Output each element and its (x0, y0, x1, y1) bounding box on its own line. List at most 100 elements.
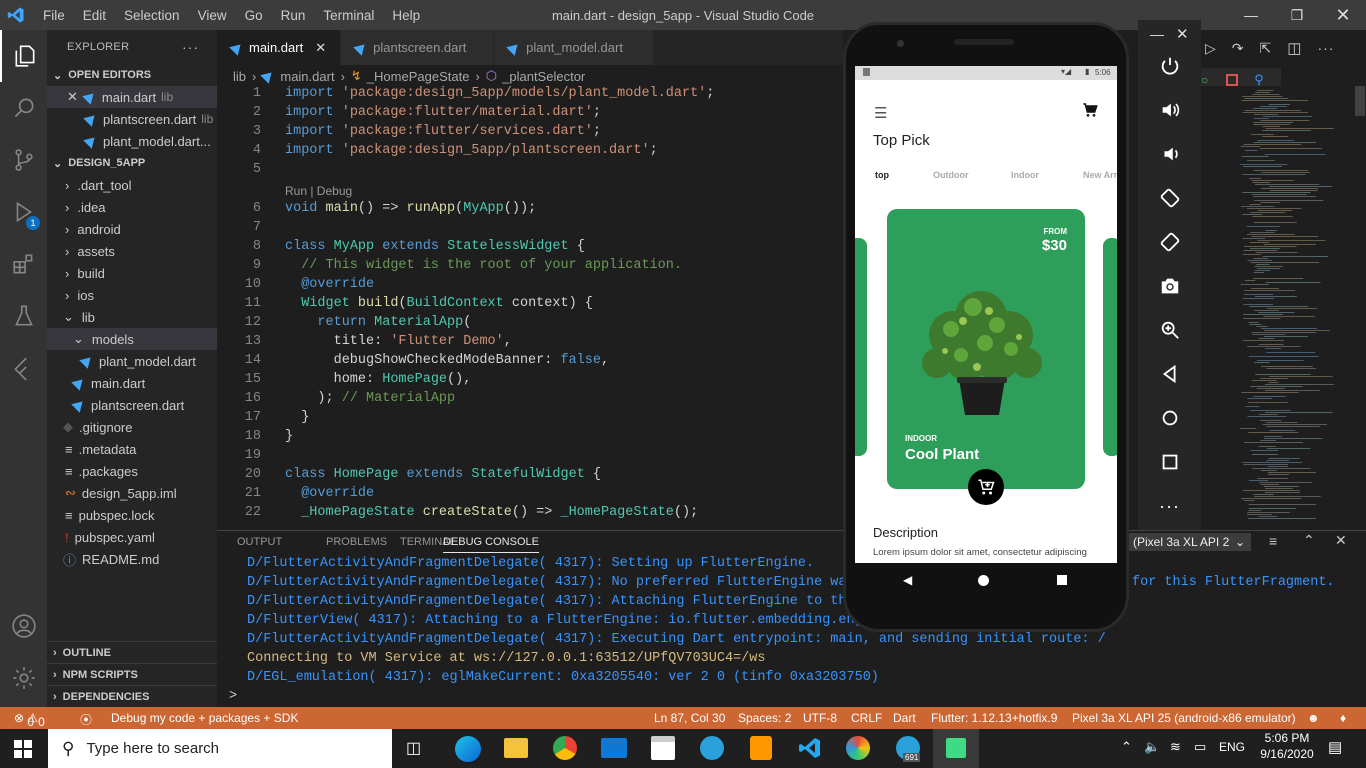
emulator-close-icon[interactable]: ✕ (1176, 25, 1189, 43)
tree-item[interactable]: › .idea (47, 196, 217, 218)
rotate-right-icon[interactable] (1138, 220, 1201, 264)
notification-center-icon[interactable]: ▤ (1328, 738, 1342, 756)
menu-terminal[interactable]: Terminal (323, 8, 374, 23)
panel-tab-debug-console[interactable]: DEBUG CONSOLE (443, 531, 539, 553)
volume-icon[interactable]: 🔈 (1144, 739, 1160, 755)
notifications-bell-icon[interactable]: ♦ (1340, 711, 1346, 725)
open-editor-plant-model[interactable]: plant_model.dart... (47, 130, 217, 152)
tree-item[interactable]: ! pubspec.yaml (47, 526, 217, 548)
emulator-taskbar-item[interactable] (933, 729, 979, 768)
search-icon[interactable] (0, 82, 47, 134)
menu-help[interactable]: Help (392, 8, 420, 23)
accounts-icon[interactable] (0, 600, 47, 652)
category-tab-outdoor[interactable]: Outdoor (933, 170, 969, 180)
tree-item[interactable]: ⓘ README.md (47, 548, 217, 570)
language-mode[interactable]: Dart (893, 711, 916, 725)
file-explorer-icon[interactable] (504, 738, 528, 758)
add-to-cart-button[interactable] (968, 469, 1004, 505)
minimap[interactable] (1200, 86, 1350, 522)
more-options-icon[interactable]: ··· (1138, 484, 1201, 528)
taskbar-search-box[interactable]: ⚲ Type here to search (48, 729, 392, 768)
flutter-version[interactable]: Flutter: 1.12.13+hotfix.9 (931, 711, 1057, 725)
sublime-icon[interactable] (750, 736, 772, 760)
split-editor-icon[interactable]: ◫ (1287, 39, 1301, 57)
nav-home-icon[interactable] (978, 574, 989, 586)
editor-scrollbar[interactable] (1352, 86, 1366, 522)
minimize-button[interactable]: — (1228, 0, 1274, 30)
tree-item[interactable]: main.dart (47, 372, 217, 394)
tree-item[interactable]: › build (47, 262, 217, 284)
nav-back-icon[interactable]: ◀ (903, 573, 912, 587)
clock[interactable]: 5:06 PM 9/16/2020 (1258, 731, 1316, 761)
tree-item[interactable]: ≡ .packages (47, 460, 217, 482)
panel-tab-output[interactable]: OUTPUT (237, 531, 282, 553)
tab-main-dart[interactable]: main.dart ✕ (217, 30, 342, 65)
close-panel-icon[interactable]: ✕ (1335, 532, 1347, 549)
settings-gear-icon[interactable] (0, 652, 47, 704)
breadcrumb-class[interactable]: _HomePageState (367, 69, 470, 84)
tree-item[interactable]: ⌄ models (47, 328, 217, 350)
maximize-panel-icon[interactable]: ⌃ (1303, 532, 1315, 549)
network-icon[interactable]: ≋ (1170, 739, 1181, 755)
stop-icon[interactable] (1226, 74, 1239, 86)
clear-console-icon[interactable]: ≡ (1269, 533, 1277, 549)
source-control-icon[interactable] (0, 134, 47, 186)
tree-item[interactable]: plant_model.dart (47, 350, 217, 372)
dependencies-section[interactable]: › DEPENDENCIES (47, 685, 217, 707)
home-icon[interactable] (1138, 396, 1201, 440)
task-view-icon[interactable]: ◫ (406, 738, 428, 758)
category-tab-top[interactable]: top (875, 170, 889, 180)
menu-file[interactable]: File (43, 8, 65, 23)
close-window-button[interactable]: ✕ (1320, 0, 1366, 30)
device-select[interactable]: (Pixel 3a XL API 2 ⌄ (1125, 533, 1251, 551)
tray-chevron-icon[interactable]: ⌃ (1121, 739, 1132, 755)
close-icon[interactable]: ✕ (67, 89, 78, 105)
debug-dot-icon[interactable]: ○ (1201, 73, 1208, 87)
cursor-position[interactable]: Ln 87, Col 30 (654, 711, 725, 725)
vscode-taskbar-icon[interactable] (798, 736, 822, 760)
tree-item[interactable]: › ios (47, 284, 217, 306)
category-tab-indoor[interactable]: Indoor (1011, 170, 1039, 180)
project-section[interactable]: ⌄ DESIGN_5APP (47, 152, 217, 174)
tree-item[interactable]: ∾ design_5app.iml (47, 482, 217, 504)
line-endings[interactable]: CRLF (851, 711, 882, 725)
indentation[interactable]: Spaces: 2 (738, 711, 791, 725)
testing-flask-icon[interactable] (0, 290, 47, 342)
open-editor-main[interactable]: ✕ main.dart lib (47, 86, 217, 108)
category-tab-new-arrival[interactable]: New Arr (1083, 170, 1117, 180)
power-icon[interactable] (1138, 44, 1201, 88)
hot-reload-icon[interactable]: ↷ (1232, 40, 1244, 57)
breadcrumb-file[interactable]: main.dart (280, 69, 334, 84)
code-editor[interactable]: 1 2 3 4 5 6 7 8 9 10 11 12 13 14 15 16 1… (217, 86, 843, 522)
more-icon[interactable]: ··· (1317, 40, 1334, 56)
rotate-left-icon[interactable] (1138, 176, 1201, 220)
menu-go[interactable]: Go (245, 8, 263, 23)
menu-view[interactable]: View (198, 8, 227, 23)
menu-edit[interactable]: Edit (83, 8, 106, 23)
volume-down-icon[interactable] (1138, 132, 1201, 176)
feedback-icon[interactable]: ☻ (1307, 711, 1320, 725)
menu-run[interactable]: Run (281, 8, 306, 23)
open-editor-plantscreen[interactable]: plantscreen.dart lib (47, 108, 217, 130)
open-editors-section[interactable]: ⌄ OPEN EDITORS (47, 64, 217, 86)
next-card-peek[interactable] (1103, 238, 1117, 456)
menu-selection[interactable]: Selection (124, 8, 180, 23)
panel-tab-problems[interactable]: PROBLEMS (326, 531, 387, 553)
prev-card-peek[interactable] (855, 238, 867, 456)
tree-item[interactable]: ≡ pubspec.lock (47, 504, 217, 526)
extensions-icon[interactable] (0, 238, 47, 290)
battery-icon[interactable]: ▭ (1194, 739, 1206, 755)
zoom-icon[interactable] (1138, 308, 1201, 352)
overview-icon[interactable] (1138, 440, 1201, 484)
tree-item[interactable]: plantscreen.dart (47, 394, 217, 416)
breadcrumb-lib[interactable]: lib (233, 69, 246, 84)
console-prompt[interactable]: > (229, 689, 237, 704)
flutter-icon[interactable] (0, 342, 47, 394)
tab-plantscreen[interactable]: plantscreen.dart (341, 30, 495, 65)
explorer-icon[interactable] (0, 30, 47, 82)
hamburger-menu-icon[interactable]: ☰ (874, 104, 887, 122)
breadcrumb-method[interactable]: _plantSelector (502, 69, 585, 84)
telegram-icon[interactable] (700, 736, 724, 760)
paint-icon[interactable] (846, 736, 870, 760)
tree-item[interactable]: ≡ .metadata (47, 438, 217, 460)
